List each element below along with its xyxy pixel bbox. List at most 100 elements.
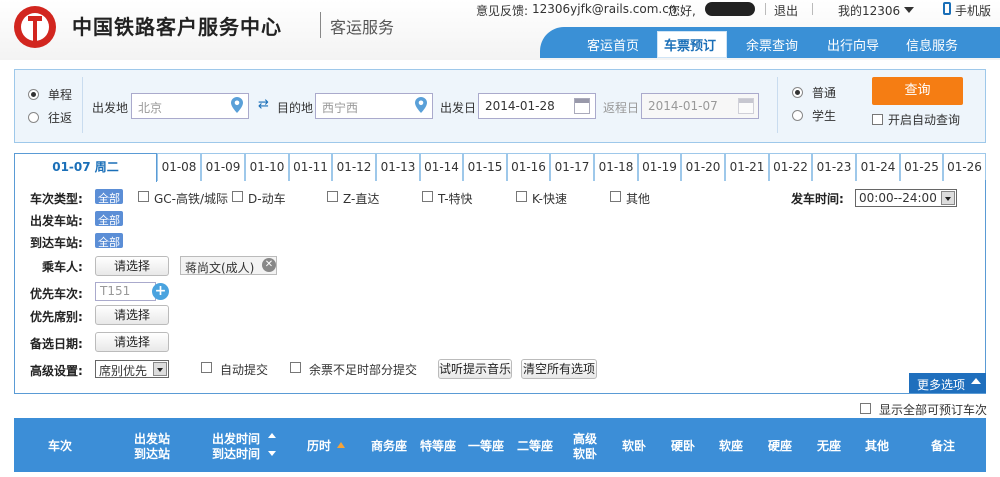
from-station-all-tag[interactable]: 全部	[95, 211, 123, 227]
mobile-version-link[interactable]: 手机版	[955, 2, 991, 19]
greeting-text: 您好,	[668, 4, 696, 18]
query-button[interactable]: 查询	[872, 77, 963, 105]
to-station-filter-label: 到达车站:	[30, 236, 83, 250]
calendar-icon[interactable]	[738, 98, 754, 114]
train-type-checkbox[interactable]	[516, 191, 527, 202]
listen-music-button[interactable]: 试听提示音乐	[438, 359, 512, 379]
date-tab[interactable]: 01-15	[463, 153, 507, 181]
col-no-seat: 无座	[817, 439, 842, 453]
depart-time-select[interactable]: 00:00--24:00	[855, 189, 957, 207]
sort-up-icon[interactable]	[268, 433, 276, 438]
clear-all-button[interactable]: 清空所有选项	[521, 359, 597, 379]
date-tab[interactable]: 01-08	[157, 153, 201, 181]
ticket-normal-radio[interactable]	[792, 87, 803, 98]
train-type-checkbox[interactable]	[610, 191, 621, 202]
date-tab[interactable]: 01-25	[900, 153, 943, 181]
date-tab[interactable]: 01-10	[245, 153, 289, 181]
partial-submit-label: 余票不足时部分提交	[309, 363, 418, 377]
more-options-button[interactable]: 更多选项	[909, 373, 986, 393]
date-tab-active[interactable]: 01-07 周二	[14, 153, 157, 182]
col-to-station: 到达站	[134, 447, 171, 461]
add-icon[interactable]: +	[152, 283, 169, 300]
train-type-checkbox[interactable]	[422, 191, 433, 202]
date-tab[interactable]: 01-17	[550, 153, 594, 181]
date-tab[interactable]: 01-16	[507, 153, 550, 181]
backup-date-label: 备选日期:	[30, 337, 83, 351]
train-type-label-t: T-特快	[438, 192, 473, 206]
nav-travel-guide[interactable]: 出行向导	[827, 35, 879, 54]
my12306-menu[interactable]: 我的12306	[838, 2, 900, 19]
col-remarks: 备注	[931, 439, 956, 453]
depart-time-label: 发车时间:	[791, 192, 844, 206]
date-tab[interactable]: 01-11	[289, 153, 332, 181]
col-deluxe-sleeper: 高级	[573, 432, 598, 446]
col-premium: 特等座	[420, 439, 457, 453]
to-label: 目的地	[277, 101, 314, 115]
show-all-label: 显示全部可预订车次	[879, 403, 988, 417]
backup-date-select-button[interactable]: 请选择	[95, 332, 169, 352]
date-tab[interactable]: 01-21	[725, 153, 769, 181]
date-tab[interactable]: 01-14	[420, 153, 463, 181]
site-subtitle: 客运服务	[330, 18, 395, 37]
trip-round-radio[interactable]	[28, 112, 39, 123]
divider	[812, 3, 813, 15]
train-type-checkbox[interactable]	[327, 191, 338, 202]
priority-seat-label: 优先席别:	[30, 310, 83, 324]
calendar-icon[interactable]	[574, 98, 590, 114]
train-type-checkbox[interactable]	[232, 191, 243, 202]
logout-link[interactable]: 退出	[774, 2, 798, 19]
auto-query-checkbox[interactable]	[872, 114, 883, 125]
date-tab[interactable]: 01-13	[376, 153, 420, 181]
date-tab[interactable]: 01-19	[638, 153, 681, 181]
swap-stations-icon[interactable]: ⇄	[258, 98, 274, 111]
to-station-all-tag[interactable]: 全部	[95, 233, 123, 249]
priority-train-input[interactable]: T151	[95, 282, 156, 301]
priority-seat-select-button[interactable]: 请选择	[95, 305, 169, 325]
ticket-student-radio[interactable]	[792, 110, 803, 121]
col-deluxe-sleeper-2: 软卧	[573, 447, 598, 461]
col-depart-time[interactable]: 出发时间	[212, 432, 260, 446]
nav-ticket-query[interactable]: 余票查询	[746, 35, 798, 54]
chevron-down-icon[interactable]	[904, 7, 914, 18]
col-duration[interactable]: 历时	[307, 439, 331, 453]
advanced-settings-label: 高级设置:	[30, 364, 83, 378]
nav-booking-active[interactable]: 车票预订	[657, 31, 727, 58]
date-tab[interactable]: 01-18	[594, 153, 638, 181]
col-train[interactable]: 车次	[48, 439, 72, 453]
depart-date-label: 出发日	[440, 101, 477, 115]
passenger-label: 乘车人:	[42, 260, 83, 274]
railway-logo-icon[interactable]	[14, 6, 56, 48]
date-tab[interactable]: 01-12	[332, 153, 376, 181]
sort-down-icon[interactable]	[268, 451, 276, 456]
auto-submit-checkbox[interactable]	[201, 362, 212, 373]
date-tab[interactable]: 01-23	[812, 153, 856, 181]
show-all-checkbox[interactable]	[860, 403, 871, 414]
col-business: 商务座	[371, 439, 408, 453]
nav-home[interactable]: 客运首页	[587, 35, 639, 54]
advanced-settings-select[interactable]: 席别优先	[95, 360, 169, 378]
date-tab[interactable]: 01-22	[769, 153, 812, 181]
partial-submit-checkbox[interactable]	[290, 362, 301, 373]
col-arrive-time[interactable]: 到达时间	[212, 447, 260, 461]
col-second: 二等座	[517, 439, 554, 453]
passenger-select-button[interactable]: 请选择	[95, 256, 169, 276]
close-icon[interactable]: ✕	[262, 258, 276, 272]
trip-single-radio[interactable]	[28, 89, 39, 100]
username-redacted	[705, 2, 755, 16]
ticket-student-label: 学生	[812, 109, 837, 123]
sort-asc-icon[interactable]	[337, 442, 345, 448]
train-type-checkbox[interactable]	[138, 191, 149, 202]
date-tab[interactable]: 01-20	[681, 153, 725, 181]
location-pin-icon[interactable]	[415, 97, 427, 113]
date-tab[interactable]: 01-09	[201, 153, 245, 181]
feedback-email-link[interactable]: 12306yjfk@rails.com.cn	[532, 2, 676, 16]
date-tab[interactable]: 01-24	[856, 153, 900, 181]
date-tab[interactable]: 01-26	[943, 153, 986, 181]
auto-query-label: 开启自动查询	[888, 113, 961, 127]
chevron-down-icon[interactable]	[941, 191, 955, 205]
nav-info-service[interactable]: 信息服务	[906, 35, 958, 54]
col-from-station: 出发站	[134, 432, 171, 446]
location-pin-icon[interactable]	[231, 97, 243, 113]
train-type-all-tag[interactable]: 全部	[95, 189, 123, 205]
chevron-down-icon[interactable]	[153, 362, 167, 376]
